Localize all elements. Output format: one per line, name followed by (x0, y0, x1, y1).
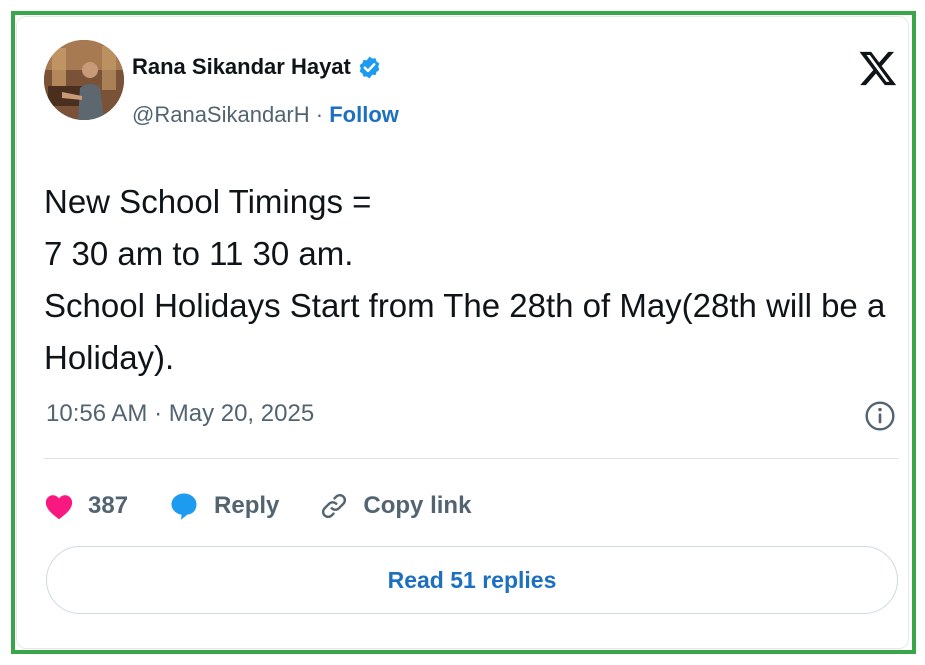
tweet-line: 7 30 am to 11 30 am. (44, 235, 354, 272)
like-count: 387 (88, 492, 129, 519)
reply-button[interactable]: Reply (168, 491, 279, 521)
read-replies-button[interactable]: Read 51 replies (46, 546, 898, 614)
tweet-timestamp[interactable]: 10:56 AM · May 20, 2025 (46, 400, 314, 428)
copy-link-label: Copy link (363, 492, 472, 519)
action-bar: 387 Reply Copy link (44, 486, 511, 526)
tweet-line: Holiday). (44, 339, 175, 376)
reply-label: Reply (214, 492, 280, 519)
handle-separator: · (309, 102, 330, 127)
tweet-text: New School Timings = 7 30 am to 11 30 am… (44, 176, 904, 384)
divider (44, 458, 899, 459)
follow-button[interactable]: Follow (329, 102, 399, 127)
author-row: Rana Sikandar Hayat (132, 54, 382, 80)
heart-icon (45, 495, 73, 520)
tweet-line: New School Timings = (44, 183, 372, 220)
avatar[interactable] (44, 40, 124, 120)
reply-bubble-icon (171, 493, 197, 520)
copy-link-button[interactable]: Copy link (319, 491, 471, 521)
link-icon (322, 493, 347, 519)
author-handle[interactable]: @RanaSikandarH (132, 102, 310, 127)
avatar-photo (44, 40, 124, 120)
like-button[interactable]: 387 (44, 492, 128, 520)
verified-badge-icon (359, 56, 380, 78)
tweet-line: School Holidays Start from The 28th of M… (44, 287, 886, 324)
author-name[interactable]: Rana Sikandar Hayat (132, 54, 351, 80)
x-logo-icon[interactable] (858, 48, 898, 88)
handle-row: @RanaSikandarH · Follow (132, 102, 399, 128)
info-icon[interactable] (864, 400, 896, 432)
read-replies-label: Read 51 replies (387, 566, 557, 593)
